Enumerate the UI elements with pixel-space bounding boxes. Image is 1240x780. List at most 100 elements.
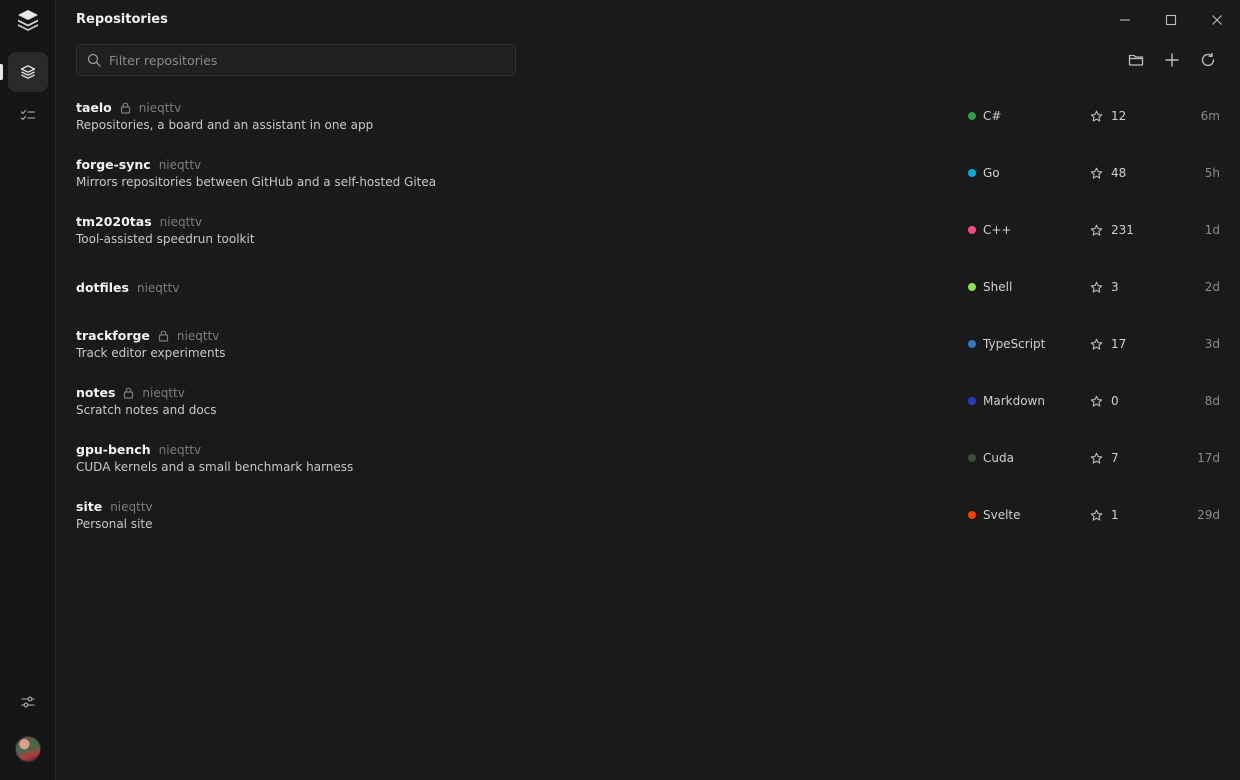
repo-owner: nieqttv [158, 442, 202, 457]
repo-owner: nieqttv [138, 100, 182, 115]
repository-row[interactable]: trackforge nieqttv Track editor experime… [56, 318, 1240, 375]
nav-repositories-button[interactable] [8, 52, 48, 92]
star-count: 17 [1111, 337, 1127, 351]
language-label: Cuda [983, 451, 1014, 465]
repo-name: trackforge [76, 328, 150, 343]
repo-owner: nieqttv [158, 157, 202, 172]
repo-stars: 3 [1090, 280, 1119, 294]
repo-name-line: trackforge nieqttv [76, 328, 219, 343]
close-button[interactable] [1194, 0, 1240, 40]
updated-time: 5h [1204, 166, 1220, 180]
repository-row[interactable]: notes nieqttv Scratch notes and docs Mar… [56, 375, 1240, 432]
repo-name-line: taelo nieqttv [76, 100, 181, 115]
refresh-icon [1201, 52, 1215, 67]
repo-stars: 12 [1090, 109, 1126, 123]
updated-time: 1d [1204, 223, 1220, 237]
language-label: Markdown [983, 394, 1045, 408]
star-count: 0 [1111, 394, 1119, 408]
lock-icon [158, 330, 169, 342]
repo-name-line: notes nieqttv [76, 385, 185, 400]
language-label: Go [983, 166, 1000, 180]
language-color-dot [968, 169, 976, 177]
maximize-button[interactable] [1148, 0, 1194, 40]
minimize-button[interactable] [1102, 0, 1148, 40]
repo-description: Mirrors repositories between GitHub and … [76, 175, 437, 189]
language-color-dot [968, 112, 976, 120]
star-count: 231 [1111, 223, 1134, 237]
repo-stars: 48 [1090, 166, 1126, 180]
filter-repositories-input[interactable] [109, 52, 509, 68]
language-label: C# [983, 109, 1002, 123]
language-color-dot [968, 454, 976, 462]
repo-language: C++ [968, 223, 1012, 237]
search-icon [87, 53, 101, 67]
active-nav-indicator [0, 64, 3, 80]
plus-icon [1165, 53, 1179, 67]
repo-description: Track editor experiments [76, 346, 226, 360]
star-icon [1090, 167, 1103, 179]
page-title: Repositories [76, 12, 168, 27]
updated-time: 6m [1200, 109, 1220, 123]
repository-row[interactable]: site nieqttv Personal site Svelte 1 29d [56, 489, 1240, 546]
repo-name-line: gpu-bench nieqttv [76, 442, 201, 457]
repo-name: gpu-bench [76, 442, 151, 457]
star-count: 7 [1111, 451, 1119, 465]
open-folder-button[interactable] [1122, 46, 1150, 74]
star-count: 1 [1111, 508, 1119, 522]
repo-description: Repositories, a board and an assistant i… [76, 118, 374, 132]
repository-row[interactable]: dotfiles nieqttv Shell 3 2d [56, 261, 1240, 318]
repo-owner: nieqttv [159, 214, 203, 229]
repo-language: Svelte [968, 508, 1021, 522]
repo-name: tm2020tas [76, 214, 152, 229]
add-repository-button[interactable] [1158, 46, 1186, 74]
repo-owner: nieqttv [176, 328, 220, 343]
toolbar [1122, 46, 1222, 74]
repository-row[interactable]: gpu-bench nieqttv CUDA kernels and a sma… [56, 432, 1240, 489]
user-avatar[interactable] [15, 736, 41, 762]
settings-button[interactable] [8, 682, 48, 722]
language-label: C++ [983, 223, 1012, 237]
repo-owner: nieqttv [136, 280, 180, 295]
language-label: Shell [983, 280, 1013, 294]
updated-time: 8d [1204, 394, 1220, 408]
repo-name-line: tm2020tas nieqttv [76, 214, 202, 229]
layers-icon [20, 65, 36, 79]
search-box [76, 44, 516, 76]
repo-name-line: forge-sync nieqttv [76, 157, 201, 172]
repository-row[interactable]: tm2020tas nieqttv Tool-assisted speedrun… [56, 204, 1240, 261]
repo-language: Markdown [968, 394, 1045, 408]
repo-description: Tool-assisted speedrun toolkit [76, 232, 255, 246]
repository-row[interactable]: forge-sync nieqttv Mirrors repositories … [56, 147, 1240, 204]
repo-description: CUDA kernels and a small benchmark harne… [76, 460, 354, 474]
refresh-button[interactable] [1194, 46, 1222, 74]
star-icon [1090, 281, 1103, 293]
language-color-dot [968, 226, 976, 234]
repo-description: Personal site [76, 517, 153, 531]
repo-language: Shell [968, 280, 1012, 294]
repo-stars: 1 [1090, 508, 1119, 522]
repo-stars: 7 [1090, 451, 1119, 465]
star-icon [1090, 110, 1103, 122]
language-color-dot [968, 397, 976, 405]
repository-list: taelo nieqttv Repositories, a board and … [56, 90, 1240, 546]
sidebar [0, 0, 56, 780]
window-controls [1102, 0, 1240, 40]
repo-language: TypeScript [968, 337, 1045, 351]
star-icon [1090, 509, 1103, 521]
repo-owner: nieqttv [110, 499, 153, 514]
updated-time: 2d [1204, 280, 1220, 294]
star-icon [1090, 224, 1103, 236]
maximize-icon [1165, 14, 1177, 26]
star-icon [1090, 395, 1103, 407]
repo-name: taelo [76, 100, 112, 115]
repo-owner: nieqttv [142, 385, 185, 400]
language-label: Svelte [983, 508, 1021, 522]
language-color-dot [968, 340, 976, 348]
repo-description: Scratch notes and docs [76, 403, 217, 417]
main-panel: Repositories Filter repositories taelo n… [56, 0, 1240, 780]
minimize-icon [1120, 19, 1130, 21]
repo-language: C# [968, 109, 1001, 123]
repo-name: forge-sync [76, 157, 151, 172]
nav-tasks-button[interactable] [8, 96, 48, 136]
repository-row[interactable]: taelo nieqttv Repositories, a board and … [56, 90, 1240, 147]
